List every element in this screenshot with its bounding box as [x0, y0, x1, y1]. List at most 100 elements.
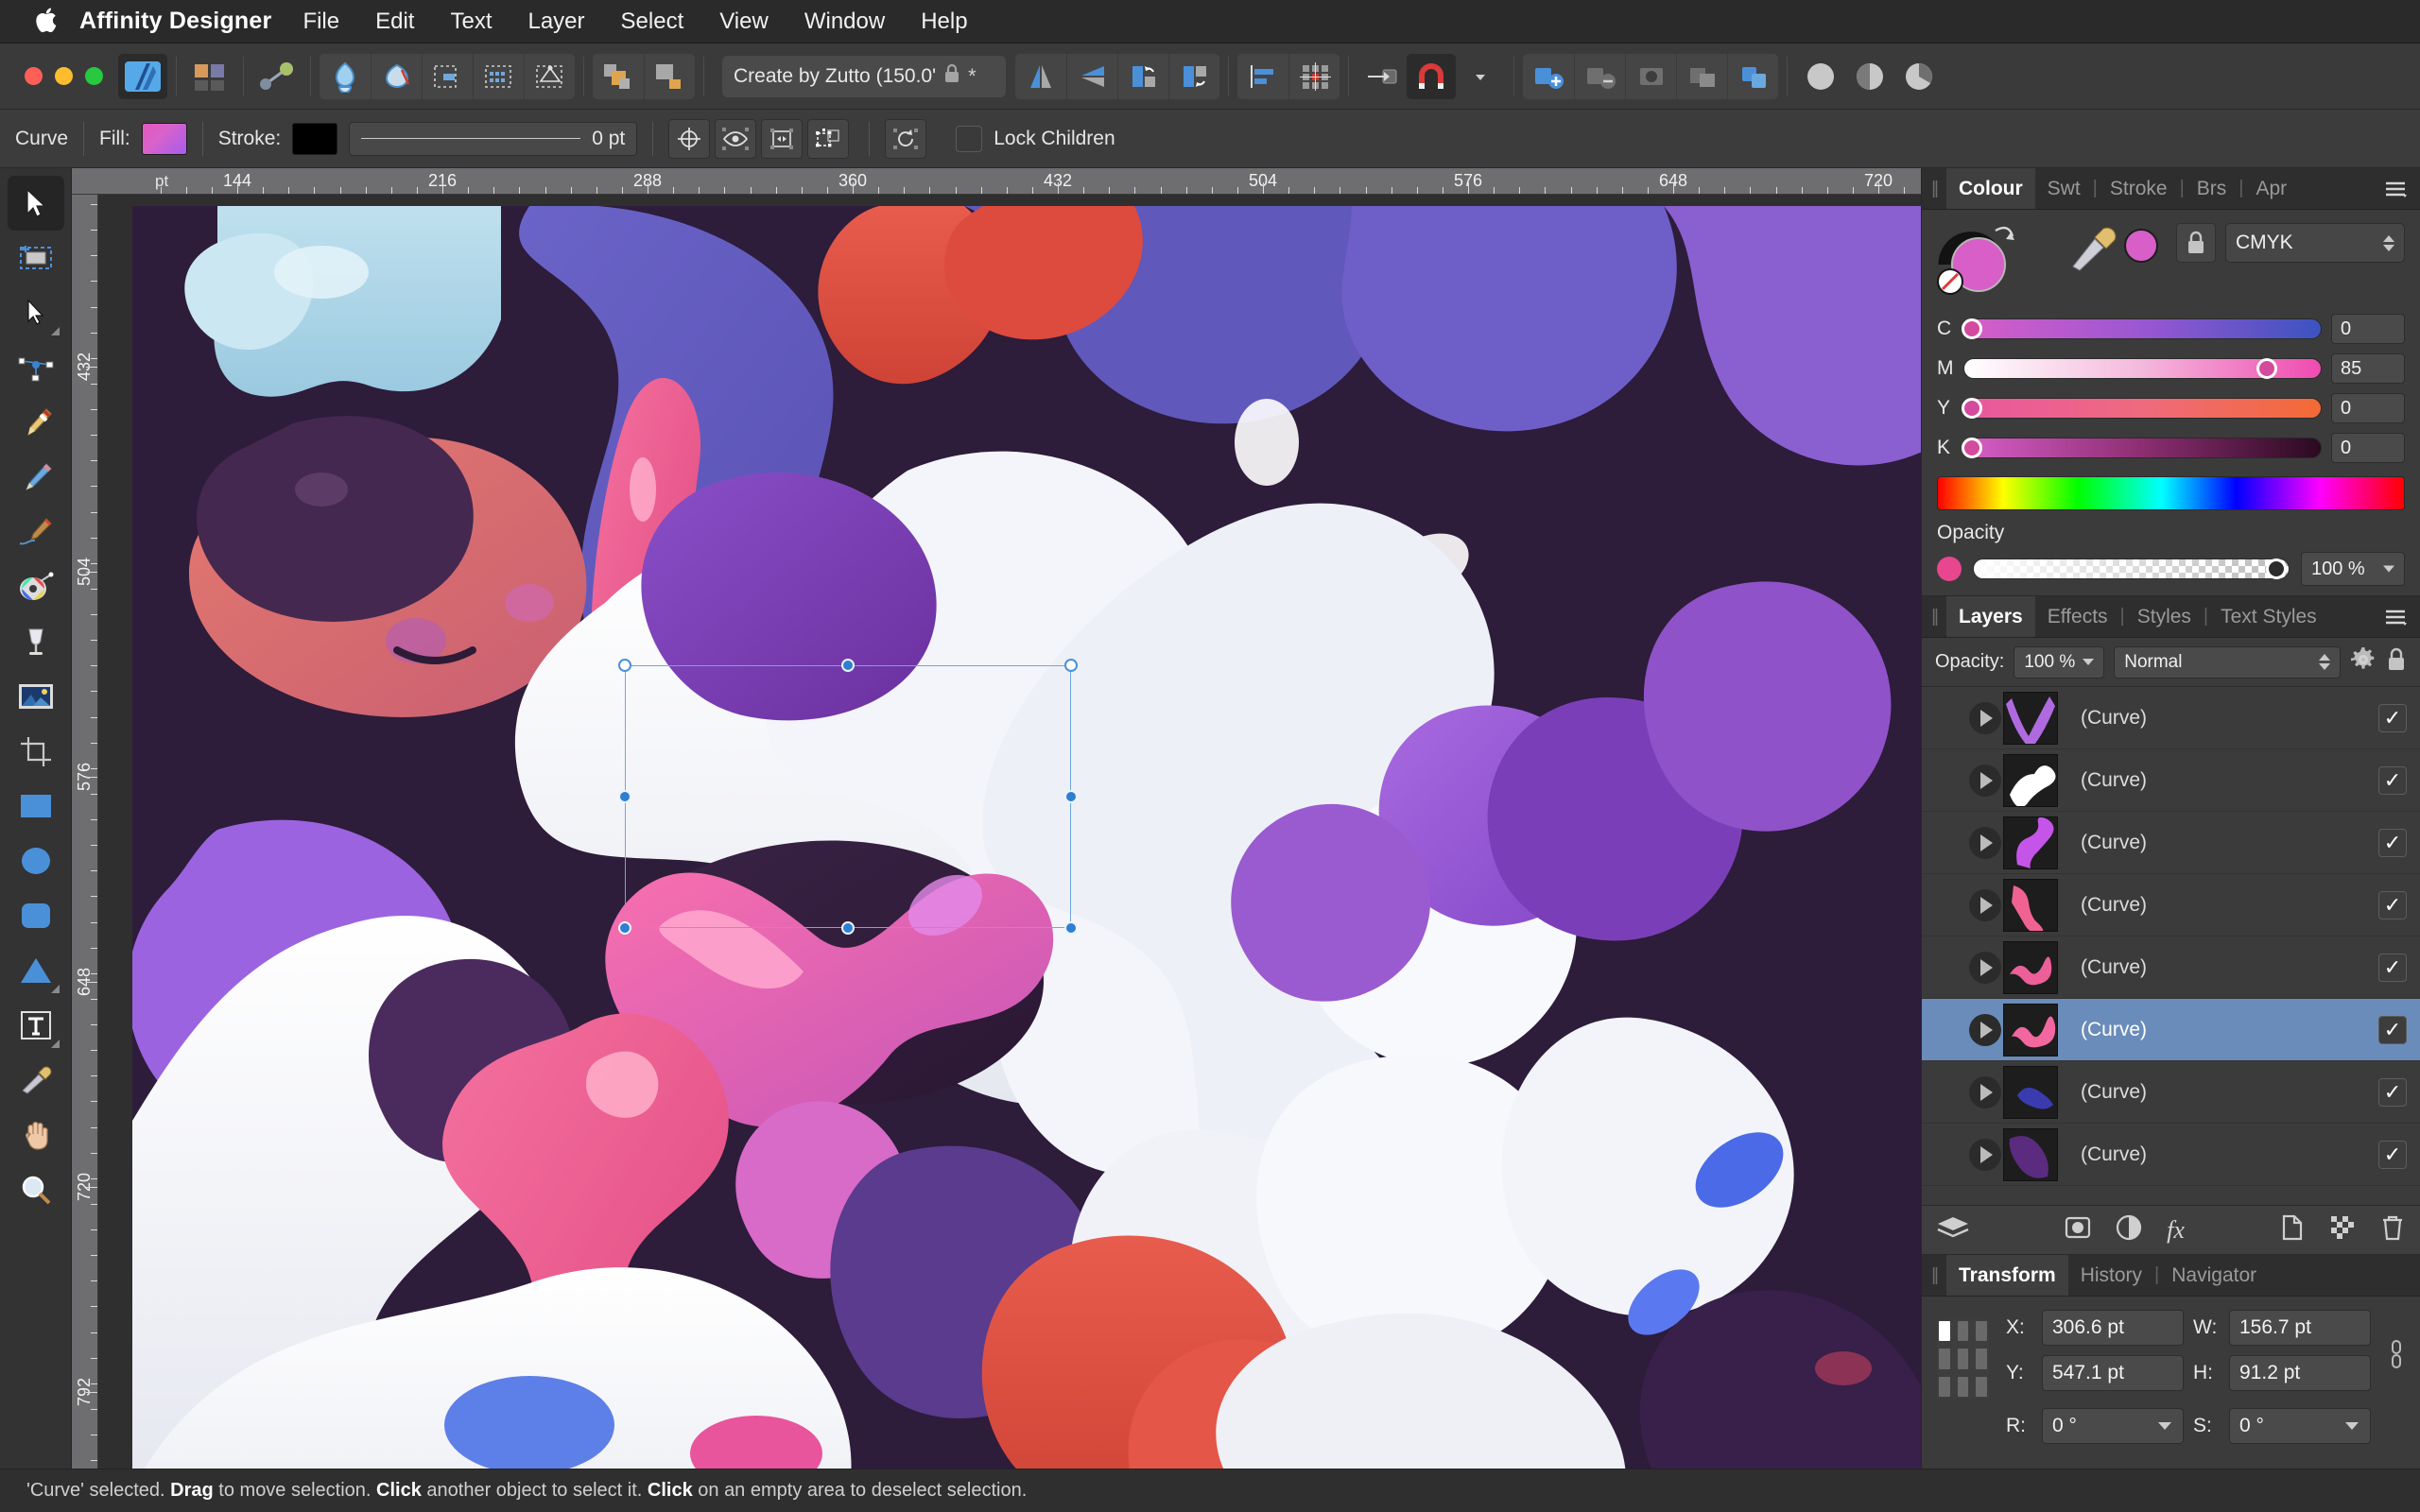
anchor-middle-left[interactable]: [1939, 1349, 1950, 1369]
place-image-tool[interactable]: [8, 669, 64, 724]
persona-pixel-icon[interactable]: [1845, 54, 1894, 99]
layer-row[interactable]: (Curve) ✓: [1922, 1061, 2420, 1124]
tab-transform[interactable]: Transform: [1946, 1255, 2068, 1296]
chain-link-icon[interactable]: [2388, 1336, 2405, 1379]
stroke-width-field[interactable]: 0 pt: [349, 121, 638, 156]
move-to-icon[interactable]: [1357, 54, 1407, 99]
panel-menu-icon[interactable]: [2373, 596, 2420, 637]
tab-history[interactable]: History: [2068, 1255, 2154, 1296]
lock-icon[interactable]: [2386, 647, 2407, 678]
persona-export-icon[interactable]: [1894, 54, 1944, 99]
panel-grip-icon[interactable]: ||: [1922, 596, 1946, 637]
horizontal-ruler[interactable]: pt 144 216 288 360 432 504 576 648 720: [72, 168, 1921, 195]
y-field[interactable]: 547.1 pt: [2042, 1355, 2184, 1391]
opacity-value-field[interactable]: 100 %: [2301, 552, 2405, 586]
tool-flyout-indicator[interactable]: [50, 327, 60, 335]
pan-tool[interactable]: [8, 1108, 64, 1162]
colour-wells[interactable]: [1937, 223, 2058, 304]
layer-expand-icon[interactable]: [1969, 888, 2001, 921]
layer-row[interactable]: (Curve) ✓: [1922, 999, 2420, 1061]
layer-row[interactable]: (Curve) ✓: [1922, 812, 2420, 874]
layer-row[interactable]: (Curve) ✓: [1922, 687, 2420, 749]
layer-visibility-checkbox[interactable]: ✓: [2378, 703, 2407, 732]
layers-list[interactable]: (Curve) ✓ (Curve) ✓ (Curve) ✓ (Curve) ✓ (Curve) ✓…: [1922, 687, 2420, 1205]
anchor-top-left[interactable]: [1939, 1321, 1950, 1342]
maximize-window-button[interactable]: [85, 67, 103, 85]
nodes-icon[interactable]: [252, 54, 302, 99]
delete-layer-icon[interactable]: [2380, 1214, 2405, 1246]
channel-slider-k[interactable]: [1961, 438, 2322, 458]
layer-expand-icon[interactable]: [1969, 826, 2001, 859]
triangle-tool[interactable]: [8, 943, 64, 998]
snapping-options-icon[interactable]: [1456, 54, 1505, 99]
h-field[interactable]: 91.2 pt: [2229, 1355, 2371, 1391]
geometry-separate-icon[interactable]: [644, 53, 695, 99]
tab-styles[interactable]: Styles: [2125, 596, 2204, 637]
channel-value-c[interactable]: 0: [2331, 314, 2405, 344]
artboard-area[interactable]: [98, 195, 1921, 1469]
colour-spectrum-strip[interactable]: [1937, 476, 2405, 510]
selection-handle-middle-left[interactable]: [618, 790, 631, 803]
lock-children-checkbox[interactable]: [956, 125, 983, 152]
move-tool[interactable]: [7, 176, 64, 231]
blend-mode-select[interactable]: Normal: [2114, 645, 2341, 679]
layer-row[interactable]: (Curve) ✓: [1922, 936, 2420, 999]
new-layer-icon[interactable]: [2280, 1214, 2305, 1246]
selection-handle-middle-right[interactable]: [1064, 790, 1078, 803]
tab-layers[interactable]: Layers: [1946, 596, 2035, 637]
selection-handle-top-right[interactable]: [1064, 659, 1078, 672]
layer-visibility-checkbox[interactable]: ✓: [2378, 890, 2407, 919]
rotation-field[interactable]: 0 °: [2042, 1408, 2184, 1444]
zoom-tool[interactable]: [8, 1162, 64, 1217]
mask-icon[interactable]: [2065, 1215, 2091, 1245]
selection-handle-top-center[interactable]: [841, 659, 855, 672]
minimize-window-button[interactable]: [55, 67, 73, 85]
remove-from-selection-icon[interactable]: [1574, 53, 1625, 99]
anchor-top-center[interactable]: [1957, 1321, 1969, 1342]
chevron-down-icon[interactable]: [2383, 565, 2394, 573]
convert-shape-icon[interactable]: [807, 118, 850, 159]
boolean-add-icon[interactable]: [320, 53, 371, 99]
channel-slider-c[interactable]: [1961, 318, 2322, 339]
grid-toggle-icon[interactable]: [185, 54, 234, 99]
layer-visibility-checkbox[interactable]: ✓: [2378, 765, 2407, 795]
adjustment-icon[interactable]: [2116, 1214, 2142, 1246]
node-tool[interactable]: [8, 285, 64, 340]
panel-grip-icon[interactable]: ||: [1922, 168, 1946, 209]
layer-visibility-checkbox[interactable]: ✓: [2378, 953, 2407, 982]
menu-item-view[interactable]: View: [701, 9, 786, 35]
artboard-tool[interactable]: [8, 231, 64, 285]
layer-row[interactable]: (Curve) ✓: [1922, 1124, 2420, 1186]
geometry-combine-icon[interactable]: [593, 53, 644, 99]
app-logo-icon[interactable]: [118, 53, 167, 99]
panel-grip-icon[interactable]: ||: [1922, 1255, 1946, 1296]
layer-expand-icon[interactable]: [1969, 764, 2001, 797]
tool-flyout-indicator[interactable]: [50, 985, 60, 993]
gear-icon[interactable]: [2350, 646, 2377, 679]
stepper-icon[interactable]: [2383, 234, 2394, 251]
menu-item-help[interactable]: Help: [903, 9, 985, 35]
layer-visibility-checkbox[interactable]: ✓: [2378, 1077, 2407, 1107]
close-window-button[interactable]: [25, 67, 43, 85]
boolean-intersect-icon[interactable]: [422, 53, 473, 99]
anchor-middle-right[interactable]: [1976, 1349, 1987, 1369]
add-to-selection-icon[interactable]: [1523, 53, 1574, 99]
layer-expand-icon[interactable]: [1969, 1013, 2001, 1046]
flip-horizontal-icon[interactable]: [1015, 53, 1066, 99]
menu-item-file[interactable]: File: [285, 9, 357, 35]
lock-icon[interactable]: [2176, 223, 2216, 263]
tab-effects[interactable]: Effects: [2035, 596, 2120, 637]
tab-text-styles[interactable]: Text Styles: [2208, 596, 2329, 637]
layers-stack-icon[interactable]: [1937, 1214, 1969, 1246]
show-hide-icon[interactable]: [715, 118, 757, 159]
anchor-bottom-center[interactable]: [1957, 1376, 1969, 1397]
corner-tool[interactable]: [8, 340, 64, 395]
menu-item-layer[interactable]: Layer: [510, 9, 602, 35]
layer-row[interactable]: (Curve) ✓: [1922, 749, 2420, 812]
channel-value-y[interactable]: 0: [2331, 393, 2405, 423]
tab-brushes[interactable]: Brs: [2185, 168, 2239, 209]
boolean-subtract-icon[interactable]: [371, 53, 422, 99]
x-field[interactable]: 306.6 pt: [2042, 1310, 2184, 1346]
vector-brush-tool[interactable]: [8, 505, 64, 559]
menu-item-edit[interactable]: Edit: [357, 9, 432, 35]
